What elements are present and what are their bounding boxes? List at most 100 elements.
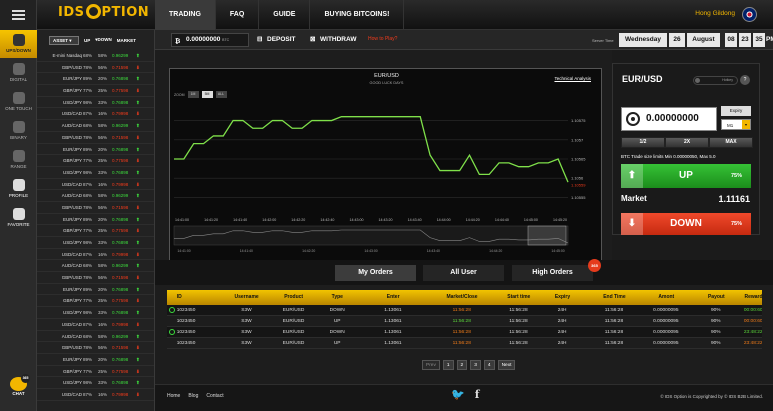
asset-row[interactable]: USD/CAD 87% 16% 0.79998 ⬇ — [37, 179, 154, 191]
col-expiry[interactable]: Expiry — [541, 290, 585, 305]
page-2[interactable]: 2 — [456, 360, 468, 370]
col-amont[interactable]: Amont — [644, 290, 688, 305]
asset-row[interactable]: USD/CAD 87% 16% 0.79998 ⬇ — [37, 249, 154, 261]
tab-my-orders[interactable]: My Orders — [335, 265, 416, 281]
how-to-play-link[interactable]: How to Play? — [368, 36, 397, 42]
withdraw-button[interactable]: ⊠ WITHDRAW — [308, 33, 356, 47]
asset-value: 0.79998 — [112, 391, 129, 397]
sidebar-item-binary[interactable]: BINARY — [0, 117, 37, 145]
chart-svg: 1.10575 1.1057 1.10565 1.1056 1.10555 14:41:0… — [173, 116, 586, 253]
asset-row[interactable]: GBP/JPY 77% 25% 0.77598 ⬇ — [37, 155, 154, 167]
nav-guide[interactable]: GUIDE — [259, 0, 311, 30]
nav-faq[interactable]: FAQ — [216, 0, 260, 30]
language-flag-icon[interactable] — [742, 7, 757, 22]
twitter-icon[interactable]: 🐦 — [451, 388, 465, 401]
col-reward[interactable]: Reward — [744, 290, 762, 305]
asset-row[interactable]: GBP/USD 78% 56% 0.71598 ⬇ — [37, 202, 154, 214]
table-row[interactable]: 1023450 S3W EUR/USD UP 1.13061 11:56:28 11:56:… — [167, 316, 762, 327]
asset-row[interactable]: USD/JPY 98% 33% 0.76898 ⬆ — [37, 377, 154, 389]
up-button[interactable]: ⬆ UP 75% — [621, 164, 751, 188]
asset-select[interactable]: ASSET ▾ — [49, 35, 79, 45]
arrow-down-icon: ⬇ — [136, 298, 140, 304]
asset-row[interactable]: GBP/JPY 77% 25% 0.77598 ⬇ — [37, 225, 154, 237]
asset-row[interactable]: GBP/JPY 77% 25% 0.77598 ⬇ — [37, 85, 154, 97]
asset-row[interactable]: GBP/JPY 77% 25% 0.77598 ⬇ — [37, 295, 154, 308]
table-row[interactable]: 1023450 S3W EUR/USD UP 1.13061 11:56:28 11:56:… — [167, 338, 762, 349]
sidebar-item-digital[interactable]: DIGITAL — [0, 59, 37, 87]
asset-row[interactable]: USD/CAD 87% 16% 0.79998 ⬇ — [37, 319, 154, 331]
multiplier-button[interactable]: 2X — [665, 137, 709, 148]
page-next[interactable]: Next — [497, 360, 516, 370]
col-start-time[interactable]: Start time — [497, 290, 541, 305]
table-row[interactable]: 1023450 S3W EUR/USD DOWN 1.13061 11:56:28 11:5… — [167, 305, 762, 316]
zoom-1m[interactable]: 1M — [187, 91, 199, 98]
help-icon[interactable]: ? — [740, 75, 750, 85]
asset-row[interactable]: GBP/JPY 77% 25% 0.77598 ⬇ — [37, 366, 154, 378]
trade-amount-input[interactable]: 0.00000000 — [621, 107, 717, 131]
price-chart[interactable]: 1.10575 1.1057 1.10565 1.1056 1.10555 14:41:0… — [169, 68, 602, 261]
tab-high-orders[interactable]: High Orders 365 — [512, 259, 601, 281]
asset-row[interactable]: USD/JPY 98% 33% 0.76898 ⬆ — [37, 237, 154, 249]
hamburger-menu-icon[interactable] — [0, 0, 37, 30]
footer-link-contact[interactable]: Contact — [206, 393, 223, 399]
brand-logo[interactable]: IDS PTION — [58, 3, 149, 25]
asset-row[interactable]: EUR/JPY 89% 20% 0.76898 ⬆ — [37, 214, 154, 226]
expiry-select[interactable]: M1 ▼ — [721, 119, 751, 130]
sidebar-item-profile[interactable]: PROFILE — [0, 175, 37, 203]
asset-row[interactable]: USD/JPY 98% 33% 0.76898 ⬆ — [37, 167, 154, 179]
hotkey-toggle[interactable]: Hotkey — [693, 76, 738, 85]
multiplier-button[interactable]: 1/2 — [621, 137, 665, 148]
asset-row[interactable]: AUD/CAD 68% 58% 0.96299 ⬆ — [37, 331, 154, 343]
deposit-button[interactable]: ⊟ DEPOSIT — [255, 33, 296, 47]
nav-buying-bitcoins-[interactable]: BUYING BITCOINS! — [310, 0, 405, 30]
facebook-icon[interactable]: f — [475, 388, 480, 401]
tab-all-user[interactable]: All User — [423, 265, 504, 281]
asset-row[interactable]: AUD/CAD 68% 58% 0.96299 ⬆ — [37, 190, 154, 202]
footer-link-home[interactable]: Home — [167, 393, 180, 399]
col-type[interactable]: Type — [315, 290, 359, 305]
col-enter[interactable]: Enter — [359, 290, 427, 305]
sidebar-item-one-touch[interactable]: ONE TOUCH — [0, 88, 37, 116]
page-4[interactable]: 4 — [483, 360, 495, 370]
sidebar-item-ups-down[interactable]: UPS/DOWN — [0, 30, 37, 58]
asset-row[interactable]: GBP/USD 78% 56% 0.71598 ⬇ — [37, 62, 154, 74]
col-market-close[interactable]: Market/Close — [427, 290, 497, 305]
social-links: 🐦 f — [451, 388, 479, 401]
asset-row[interactable]: USD/JPY 98% 33% 0.76898 ⬆ — [37, 307, 154, 319]
asset-row[interactable]: USD/JPY 98% 33% 0.76898 ⬆ — [37, 97, 154, 109]
page-prev[interactable]: Prev — [422, 360, 440, 370]
asset-row[interactable]: USD/CAD 87% 16% 0.79998 ⬇ — [37, 389, 154, 401]
footer-link-blog[interactable]: Blog — [188, 393, 198, 399]
asset-row[interactable]: EUR/JPY 89% 20% 0.76898 ⬆ — [37, 144, 154, 156]
multiplier-button[interactable]: MAX — [709, 137, 753, 148]
asset-row[interactable]: AUD/CAD 68% 58% 0.96299 ⬆ — [37, 120, 154, 132]
page-1[interactable]: 1 — [442, 360, 454, 370]
zoom-all[interactable]: ALL — [215, 91, 227, 98]
table-row[interactable]: 1023450 S3W EUR/USD DOWN 1.13061 11:56:28 11:5… — [167, 327, 762, 338]
nav-trading[interactable]: TRADING — [155, 0, 216, 30]
col-username[interactable]: Username — [221, 290, 271, 305]
chat-button[interactable]: 365 CHAT — [5, 374, 32, 401]
asset-row[interactable]: E-mini Nasdaq 68% 58% 0.96299 ⬆ — [37, 50, 154, 62]
asset-row[interactable]: EUR/JPY 89% 20% 0.76898 ⬆ — [37, 354, 154, 366]
cell-payout: 90% — [710, 341, 721, 346]
sidebar-item-range[interactable]: RANGE — [0, 146, 37, 174]
asset-row[interactable]: GBP/USD 78% 56% 0.71598 ⬇ — [37, 272, 154, 284]
asset-row[interactable]: EUR/JPY 89% 20% 0.76898 ⬆ — [37, 73, 154, 86]
asset-row[interactable]: EUR/JPY 89% 20% 0.76898 ⬆ — [37, 284, 154, 296]
technical-analysis-link[interactable]: Technical Analysis — [554, 76, 591, 81]
col-end-time[interactable]: End Time — [584, 290, 644, 305]
asset-row[interactable]: GBP/USD 78% 56% 0.71598 ⬇ — [37, 132, 154, 144]
page-3[interactable]: 3 — [470, 360, 481, 370]
asset-p2: 33% — [98, 169, 108, 175]
username-link[interactable]: Hong Gildong — [695, 10, 735, 17]
asset-row[interactable]: USD/CAD 87% 16% 0.79998 ⬇ — [37, 108, 154, 121]
col-product[interactable]: Product — [272, 290, 316, 305]
asset-row[interactable]: AUD/CAD 68% 58% 0.96299 ⬆ — [37, 260, 154, 273]
col-id[interactable]: ID — [177, 290, 222, 305]
col-payout[interactable]: Payout — [688, 290, 744, 305]
down-button[interactable]: ⬇ DOWN 75% — [621, 213, 751, 235]
sidebar-item-favorite[interactable]: FAVORITE — [0, 204, 37, 232]
zoom-5m[interactable]: 5M — [201, 91, 213, 98]
asset-row[interactable]: GBP/USD 78% 56% 0.71598 ⬇ — [37, 342, 154, 354]
